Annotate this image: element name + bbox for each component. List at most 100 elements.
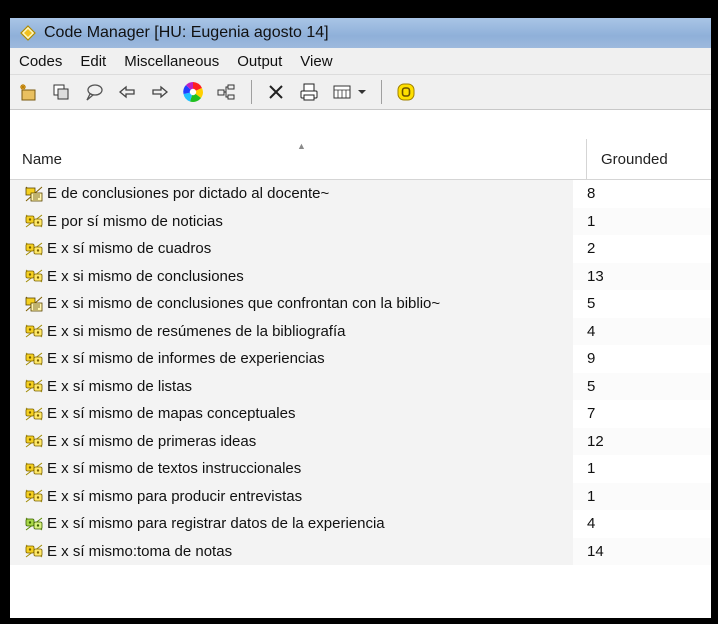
code-icon (24, 542, 44, 560)
table-row[interactable]: E x sí mismo de informes de experiencias… (10, 345, 711, 373)
list-view-icon[interactable] (330, 80, 354, 104)
table-row[interactable]: E x sí mismo de cuadros 2 (10, 235, 711, 263)
table-row[interactable]: E x sí mismo:toma de notas 14 (10, 537, 711, 565)
table-row[interactable]: E x sí mismo para registrar datos de la … (10, 510, 711, 538)
code-icon (24, 432, 44, 450)
table-row[interactable]: E x sí mismo de textos instruccionales 1 (10, 455, 711, 483)
code-name-text: E x sí mismo de informes de experiencias (47, 350, 325, 368)
menu-output[interactable]: Output (228, 53, 291, 70)
code-name-text: E por sí mismo de noticias (47, 212, 223, 230)
highlight-icon[interactable] (394, 80, 418, 104)
grounded-count-cell: 4 (587, 322, 596, 340)
table-row[interactable]: E por sí mismo de noticias 1 (10, 207, 711, 235)
grounded-count-cell: 1 (587, 212, 596, 230)
grounded-count-cell: 12 (587, 432, 604, 450)
code-name-text: E x si mismo de conclusiones que confron… (47, 295, 441, 313)
grounded-count-cell: 13 (587, 267, 604, 285)
code-name-cell[interactable]: E x sí mismo de cuadros (10, 235, 573, 263)
list-body: E de conclusiones por dictado al docente… (10, 180, 711, 565)
table-row[interactable]: E x si mismo de resúmenes de la bibliogr… (10, 317, 711, 345)
code-name-text: E x sí mismo para producir entrevistas (47, 487, 303, 505)
code-name-text: E x sí mismo de cuadros (47, 240, 212, 258)
code-name-cell[interactable]: E x si mismo de conclusiones que confron… (10, 290, 573, 318)
code-name-text: E x si mismo de conclusiones (47, 267, 244, 285)
window-title: Code Manager [HU: Eugenia agosto 14] (44, 24, 329, 41)
grounded-count-cell: 5 (587, 295, 596, 313)
code-list: ▲ Name Grounded E de conclusiones por di… (10, 139, 711, 618)
code-comment-icon (24, 295, 44, 313)
menu-edit[interactable]: Edit (71, 53, 115, 70)
code-green-icon (24, 515, 44, 533)
menu-codes[interactable]: Codes (10, 53, 71, 70)
list-header: ▲ Name Grounded (10, 139, 711, 180)
new-code-icon[interactable] (16, 80, 40, 104)
menu-miscellaneous[interactable]: Miscellaneous (115, 53, 228, 70)
code-name-cell[interactable]: E x sí mismo de primeras ideas (10, 427, 573, 455)
title-bar[interactable]: Code Manager [HU: Eugenia agosto 14] (10, 18, 711, 48)
code-comment-icon (24, 185, 44, 203)
back-arrow-icon[interactable] (115, 80, 139, 104)
code-name-text: E x sí mismo de mapas conceptuales (47, 405, 296, 423)
dropdown-icon[interactable] (356, 80, 368, 104)
code-name-cell[interactable]: E x sí mismo para registrar datos de la … (10, 510, 573, 538)
grounded-count-cell: 14 (587, 542, 604, 560)
grounded-count-cell: 7 (587, 405, 596, 423)
code-icon (24, 350, 44, 368)
sort-ascending-icon: ▲ (297, 141, 306, 151)
table-row[interactable]: E de conclusiones por dictado al docente… (10, 180, 711, 208)
menu-bar: Codes Edit Miscellaneous Output View (10, 48, 711, 75)
code-icon (24, 212, 44, 230)
grounded-count-cell: 9 (587, 350, 596, 368)
code-name-cell[interactable]: E x sí mismo de mapas conceptuales (10, 400, 573, 428)
code-manager-window: Code Manager [HU: Eugenia agosto 14] Cod… (10, 18, 711, 618)
code-name-text: E x si mismo de resúmenes de la bibliogr… (47, 322, 346, 340)
diamond-app-icon (20, 25, 36, 41)
color-wheel-icon[interactable] (181, 80, 205, 104)
code-name-text: E x sí mismo de textos instruccionales (47, 460, 302, 478)
code-icon (24, 460, 44, 478)
code-name-text: E x sí mismo de primeras ideas (47, 432, 257, 450)
code-name-cell[interactable]: E x sí mismo de informes de experiencias (10, 345, 573, 373)
code-name-cell[interactable]: E por sí mismo de noticias (10, 207, 573, 235)
code-name-cell[interactable]: E de conclusiones por dictado al docente… (10, 180, 573, 208)
code-name-cell[interactable]: E x si mismo de resúmenes de la bibliogr… (10, 317, 573, 345)
table-row[interactable]: E x si mismo de conclusiones que confron… (10, 290, 711, 318)
toolbar-separator (381, 80, 382, 104)
code-icon (24, 487, 44, 505)
menu-view[interactable]: View (291, 53, 341, 70)
table-row[interactable]: E x sí mismo de primeras ideas 12 (10, 427, 711, 455)
code-name-cell[interactable]: E x sí mismo de listas (10, 372, 573, 400)
grounded-count-cell: 8 (587, 185, 596, 203)
grounded-count-cell: 2 (587, 240, 596, 258)
grounded-count-cell: 5 (587, 377, 596, 395)
code-icon (24, 405, 44, 423)
table-row[interactable]: E x sí mismo de mapas conceptuales 7 (10, 400, 711, 428)
forward-arrow-icon[interactable] (148, 80, 172, 104)
code-name-cell[interactable]: E x sí mismo de textos instruccionales (10, 455, 573, 483)
code-name-text: E x sí mismo:toma de notas (47, 542, 233, 560)
toolbar-separator (251, 80, 252, 104)
code-name-cell[interactable]: E x sí mismo:toma de notas (10, 537, 573, 565)
code-name-cell[interactable]: E x sí mismo para producir entrevistas (10, 482, 573, 510)
code-name-text: E x sí mismo de listas (47, 377, 193, 395)
code-icon (24, 377, 44, 395)
code-icon (24, 322, 44, 340)
table-row[interactable]: E x sí mismo para producir entrevistas 1 (10, 482, 711, 510)
table-row[interactable]: E x si mismo de conclusiones 13 (10, 262, 711, 290)
print-icon[interactable] (297, 80, 321, 104)
column-header-grounded[interactable]: Grounded (587, 139, 668, 179)
network-icon[interactable] (214, 80, 238, 104)
toolbar (10, 75, 711, 110)
code-icon (24, 240, 44, 258)
table-row[interactable]: E x sí mismo de listas 5 (10, 372, 711, 400)
code-name-text: E de conclusiones por dictado al docente… (47, 185, 330, 203)
comment-icon[interactable] (82, 80, 106, 104)
code-name-cell[interactable]: E x si mismo de conclusiones (10, 262, 573, 290)
code-icon (24, 267, 44, 285)
code-name-text: E x sí mismo para registrar datos de la … (47, 515, 385, 533)
copy-icon[interactable] (49, 80, 73, 104)
delete-icon[interactable] (264, 80, 288, 104)
grounded-count-cell: 1 (587, 460, 596, 478)
grounded-count-cell: 4 (587, 515, 596, 533)
column-header-name[interactable]: ▲ Name (10, 139, 587, 179)
